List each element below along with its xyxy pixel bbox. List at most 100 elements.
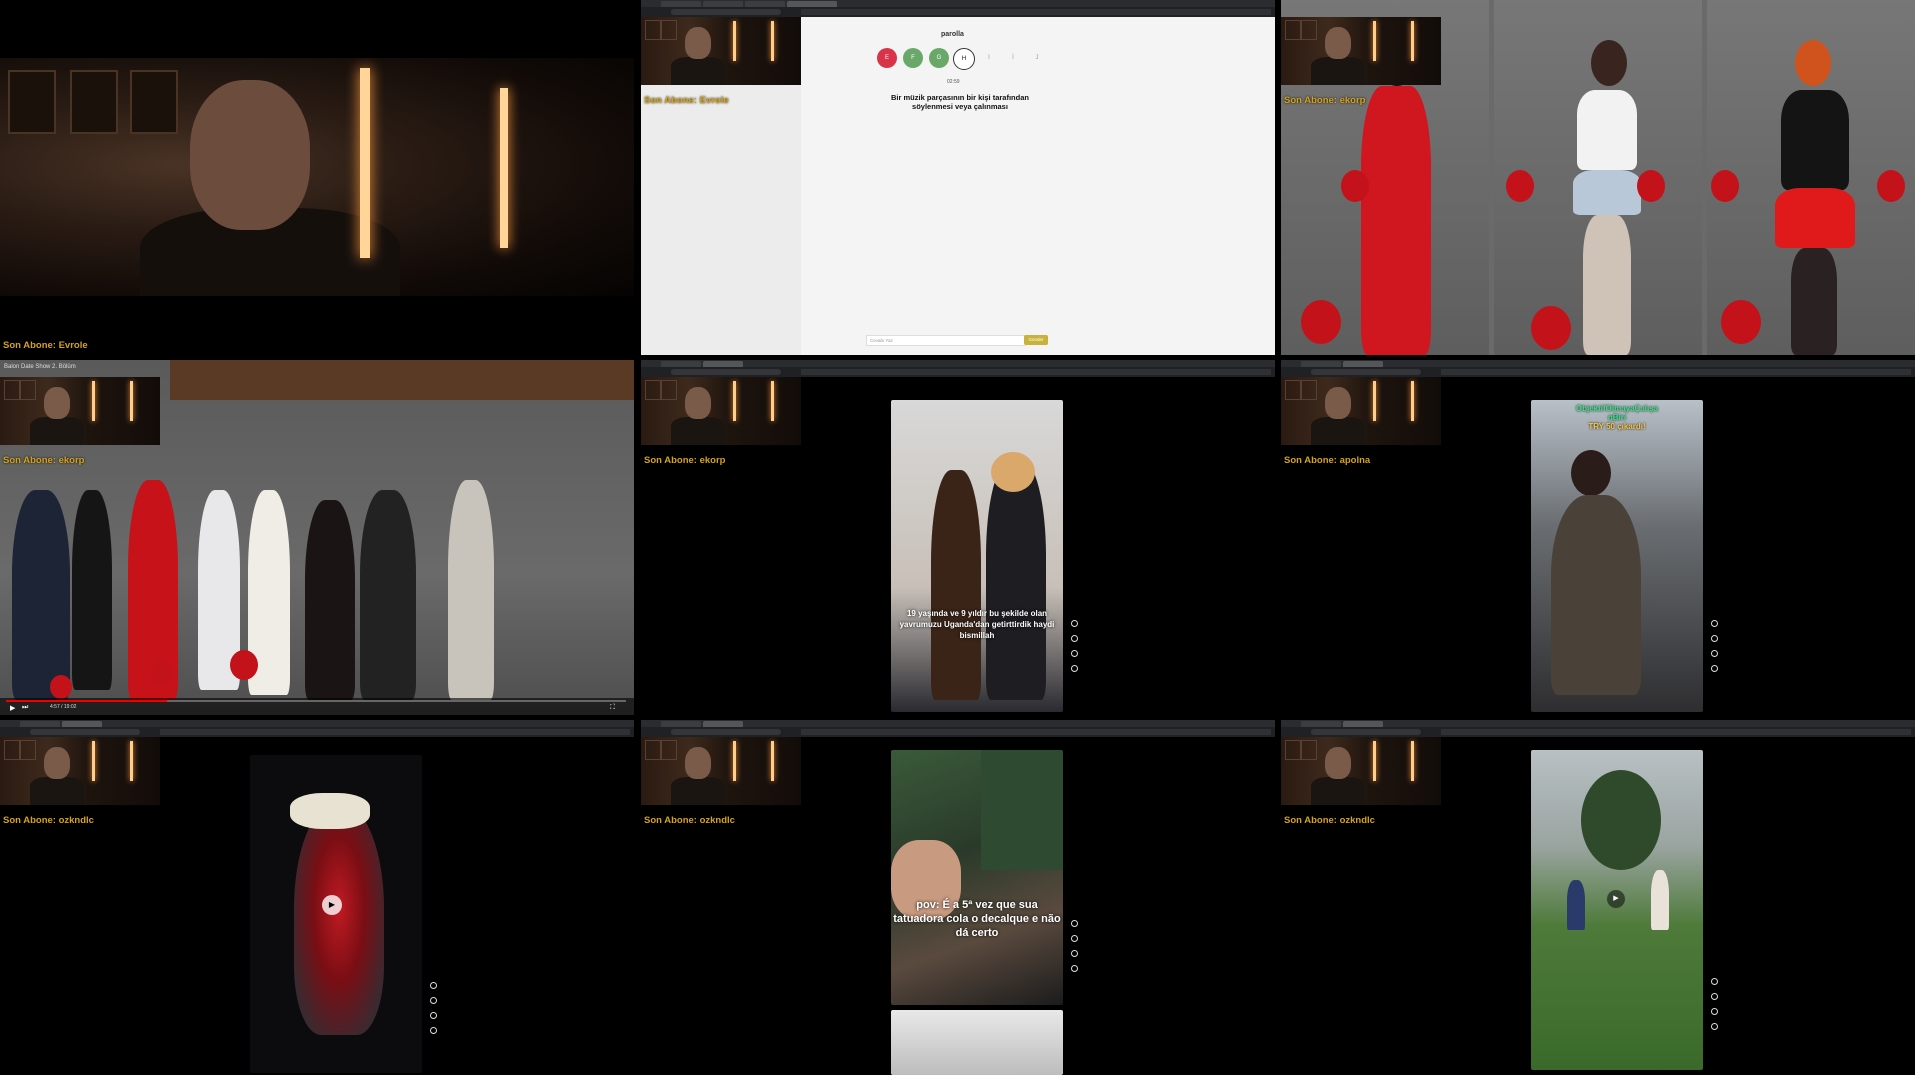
share-icon[interactable] bbox=[1711, 650, 1718, 657]
parolla-logo: parolla bbox=[941, 31, 964, 38]
comment-icon[interactable] bbox=[1071, 935, 1078, 942]
bookmark-icon[interactable] bbox=[1711, 665, 1718, 672]
address-bar[interactable] bbox=[671, 9, 781, 15]
next-icon[interactable]: ⏭ bbox=[22, 704, 28, 712]
heart-icon[interactable] bbox=[1071, 620, 1078, 627]
light-strip bbox=[360, 68, 370, 258]
person bbox=[931, 470, 981, 700]
heart-icon[interactable] bbox=[430, 982, 437, 989]
stream-tile-parolla: parolla E F G H I İ J 02:59 Bir müzik pa… bbox=[641, 0, 1275, 355]
webcam-overlay bbox=[641, 377, 801, 445]
reel-actions[interactable] bbox=[1711, 620, 1718, 680]
reel-video[interactable] bbox=[891, 400, 1063, 712]
address-bar[interactable] bbox=[1311, 729, 1421, 735]
comment-icon[interactable] bbox=[1071, 635, 1078, 642]
heart-icon[interactable] bbox=[1711, 620, 1718, 627]
comment-icon[interactable] bbox=[430, 997, 437, 1004]
light-strip bbox=[500, 88, 508, 248]
stream-tile-instagram: ▶ Son Abone: ozkndlc bbox=[0, 720, 634, 1075]
wall-frame bbox=[8, 70, 56, 134]
letter-circle: G bbox=[929, 48, 949, 68]
fullscreen-icon[interactable]: ⛶ bbox=[610, 704, 615, 712]
last-subscriber-label: Son Abone: Evrole bbox=[3, 340, 88, 351]
reel-video[interactable]: ▶ bbox=[250, 755, 422, 1073]
last-subscriber-label: Son Abone: ozkndlc bbox=[3, 815, 94, 826]
last-subscriber-label: Son Abone: ozkndlc bbox=[1284, 815, 1375, 826]
browser-chrome bbox=[0, 720, 634, 737]
bookmark-icon[interactable] bbox=[430, 1027, 437, 1034]
chat-sidebar bbox=[641, 85, 801, 355]
person bbox=[72, 490, 112, 690]
balloon bbox=[1637, 170, 1665, 202]
ceiling bbox=[170, 360, 634, 400]
stream-tile-show: Son Abone: ekorp bbox=[1281, 0, 1915, 355]
donation-amount: TRY 50 çıkardı! bbox=[1588, 422, 1646, 431]
balloon bbox=[230, 650, 258, 680]
next-reel-preview[interactable] bbox=[891, 1010, 1063, 1075]
share-icon[interactable] bbox=[1071, 950, 1078, 957]
bookmark-icon[interactable] bbox=[1071, 965, 1078, 972]
play-icon[interactable]: ▶ bbox=[322, 895, 342, 915]
plant bbox=[981, 750, 1063, 870]
person bbox=[1551, 495, 1641, 695]
webcam-overlay bbox=[0, 737, 160, 805]
play-icon[interactable]: ▶ bbox=[1607, 890, 1625, 908]
balloon bbox=[50, 675, 72, 699]
share-icon[interactable] bbox=[430, 1012, 437, 1019]
reel-actions[interactable] bbox=[1711, 978, 1718, 1038]
reel-actions[interactable] bbox=[430, 982, 437, 1042]
balloon bbox=[1531, 306, 1571, 350]
send-button[interactable]: Gönder bbox=[1024, 335, 1048, 345]
address-bar[interactable] bbox=[671, 729, 781, 735]
wall-frame bbox=[70, 70, 118, 134]
reel-video[interactable] bbox=[891, 750, 1063, 1005]
address-bar[interactable] bbox=[30, 729, 140, 735]
reel-actions[interactable] bbox=[1071, 620, 1078, 680]
heart-icon[interactable] bbox=[1071, 920, 1078, 927]
balloon bbox=[1877, 170, 1905, 202]
letter-circle: J bbox=[1035, 55, 1039, 61]
person bbox=[991, 452, 1035, 492]
person bbox=[448, 480, 494, 700]
person bbox=[986, 460, 1046, 700]
bookmark-icon[interactable] bbox=[1071, 665, 1078, 672]
person bbox=[1781, 90, 1849, 190]
letter-circle: E bbox=[877, 48, 897, 68]
address-bar[interactable] bbox=[1311, 369, 1421, 375]
stream-tile-instagram: 19 yaşında ve 9 yıldır bu şekilde olan y… bbox=[641, 360, 1275, 715]
comment-icon[interactable] bbox=[1711, 635, 1718, 642]
webcam-feed bbox=[0, 58, 634, 296]
browser-chrome bbox=[1281, 720, 1915, 737]
reel-caption: pov: É a 5ª vez que sua tatuadora cola o… bbox=[893, 899, 1061, 939]
share-icon[interactable] bbox=[1711, 1008, 1718, 1015]
stream-tile-instagram: ObjektifOlmayaÇalışa nBiri TRY 50 çıkard… bbox=[1281, 360, 1915, 715]
webcam-overlay bbox=[641, 17, 801, 85]
balloon bbox=[1341, 170, 1369, 202]
reel-video[interactable]: ▶ bbox=[1531, 750, 1703, 1070]
person bbox=[1577, 90, 1637, 170]
person bbox=[1791, 248, 1837, 355]
comment-icon[interactable] bbox=[1711, 993, 1718, 1000]
tree bbox=[1581, 770, 1661, 870]
donor-name: nBiri bbox=[1607, 413, 1627, 422]
play-icon[interactable]: ▶ bbox=[10, 704, 15, 712]
time-readout: 4:57 / 19:02 bbox=[50, 704, 77, 710]
browser-chrome bbox=[641, 0, 1275, 17]
reel-video[interactable] bbox=[1531, 400, 1703, 712]
stream-tile-instagram: ▶ Son Abone: ozkndlc bbox=[1281, 720, 1915, 1075]
answer-input[interactable]: Cevabı Yaz bbox=[866, 335, 1026, 346]
last-subscriber-label: Son Abone: ekorp bbox=[1284, 95, 1366, 106]
stream-tile-instagram: pov: É a 5ª vez que sua tatuadora cola o… bbox=[641, 720, 1275, 1075]
reel-actions[interactable] bbox=[1071, 920, 1078, 980]
browser-chrome bbox=[641, 720, 1275, 737]
last-subscriber-label: Son Abone: apolna bbox=[1284, 455, 1371, 466]
address-bar[interactable] bbox=[671, 369, 781, 375]
progress-fill bbox=[6, 700, 168, 702]
person bbox=[12, 490, 70, 700]
webcam-overlay bbox=[641, 737, 801, 805]
heart-icon[interactable] bbox=[1711, 978, 1718, 985]
bookmark-icon[interactable] bbox=[1711, 1023, 1718, 1030]
tattoo-leg bbox=[294, 805, 384, 1035]
balloon bbox=[1506, 170, 1534, 202]
share-icon[interactable] bbox=[1071, 650, 1078, 657]
